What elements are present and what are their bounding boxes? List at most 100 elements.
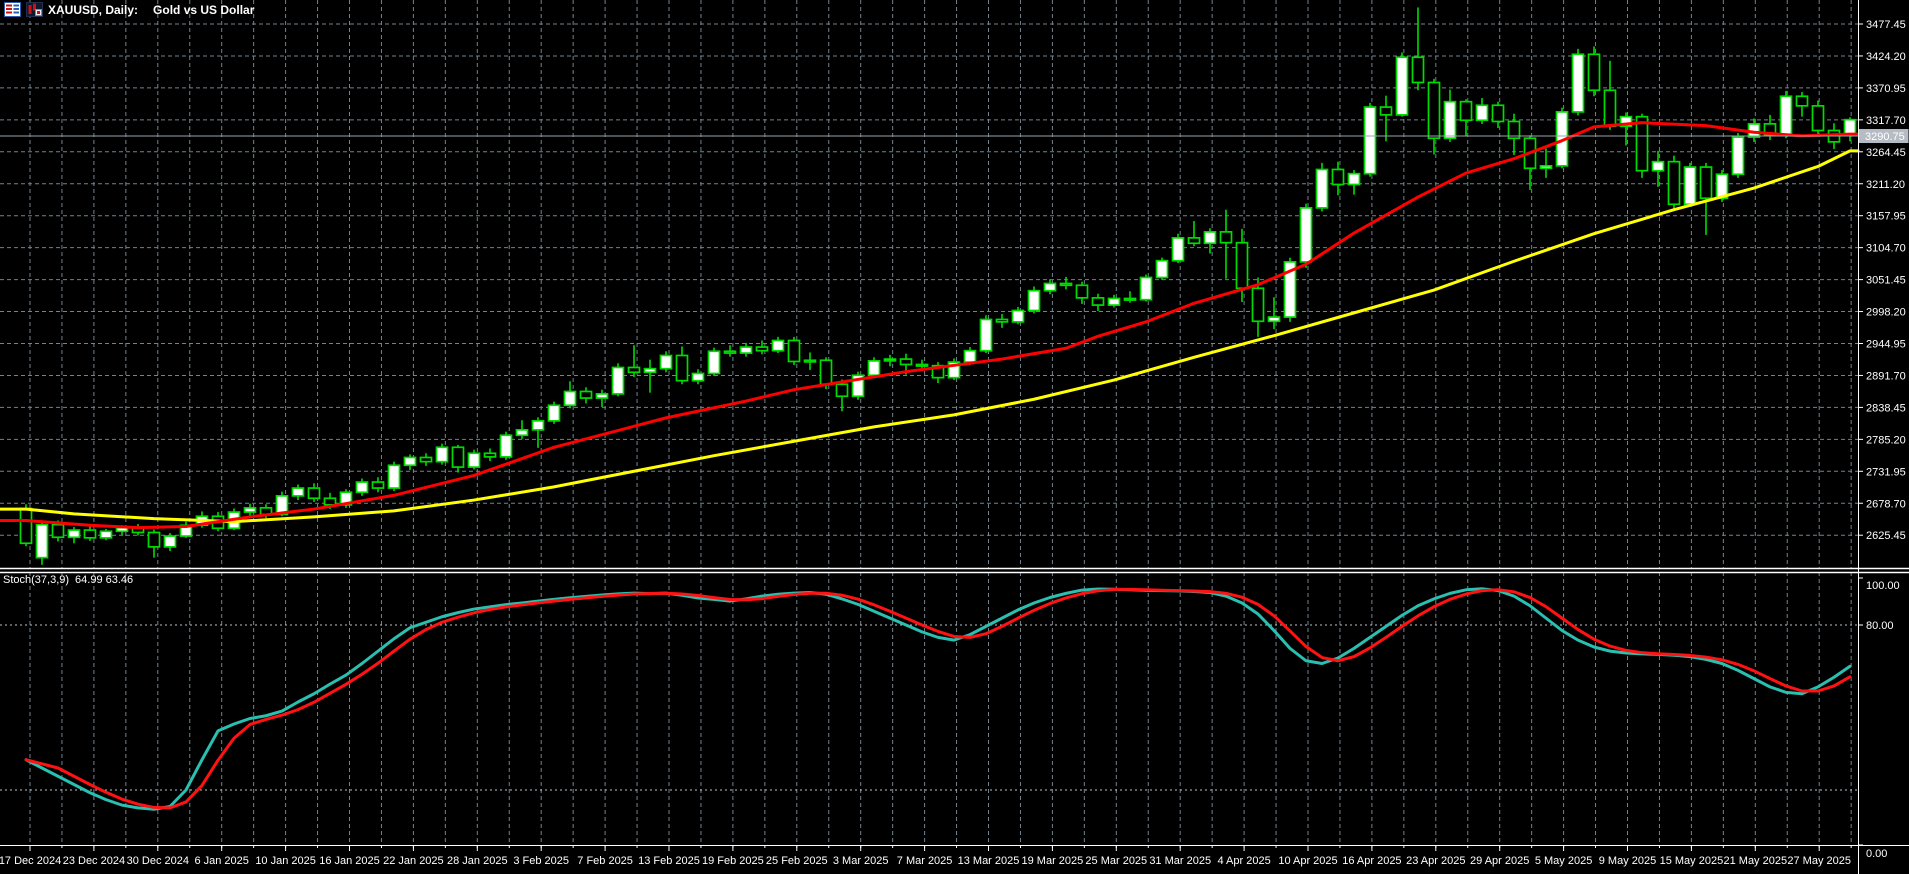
bull-candle [645,369,656,373]
chart-title-bar: XAUUSD, Daily: Gold vs US Dollar [4,2,254,17]
stoch-tick-label: 0.00 [1866,848,1887,860]
date-tick-label: 15 May 2025 [1660,855,1724,867]
stoch-tick-label: 100.00 [1866,580,1900,592]
bull-candle [565,391,576,405]
grid [0,0,1858,845]
date-tick-label: 21 May 2025 [1723,855,1787,867]
date-tick-label: 10 Apr 2025 [1278,855,1337,867]
bull-candle [501,435,512,457]
bear-candle [997,319,1008,321]
date-tick-label: 9 May 2025 [1599,855,1656,867]
bull-candle [1157,261,1168,278]
bull-candle [1365,107,1376,174]
price-tick-label: 2998.20 [1866,307,1906,319]
date-tick-label: 23 Dec 2024 [63,855,125,867]
bear-candle [149,532,160,546]
price-tick-label: 2838.45 [1866,402,1906,414]
bear-candle [1221,232,1232,243]
bull-candle [1541,166,1552,168]
date-tick-label: 27 May 2025 [1787,855,1851,867]
bear-candle [837,384,848,396]
date-tick-label: 7 Feb 2025 [577,855,633,867]
mt4-chart-window: { "header": { "symbol_title": "XAUUSD, D… [0,0,1909,874]
price-tick-label: 2891.70 [1866,370,1906,382]
bull-candle [1109,298,1120,305]
date-tick-label: 16 Apr 2025 [1342,855,1401,867]
date-tick-label: 23 Apr 2025 [1406,855,1465,867]
bear-candle [485,453,496,457]
date-tick-label: 4 Apr 2025 [1217,855,1270,867]
bull-candle [597,394,608,398]
bear-candle [581,391,592,398]
bull-candle [1205,232,1216,243]
bear-candle [373,482,384,488]
price-tick-label: 2785.20 [1866,434,1906,446]
bull-candle [885,359,896,361]
bear-candle [1077,285,1088,298]
price-tick-label: 3370.95 [1866,83,1906,95]
bull-candle [245,508,256,512]
bull-candle [1269,317,1280,321]
bull-candle [661,355,672,368]
price-tick-label: 3104.70 [1866,243,1906,255]
chart-canvas[interactable]: 3290.753477.453424.203370.953317.703264.… [0,0,1909,874]
bull-candle [869,361,880,375]
bear-candle [309,488,320,498]
bear-candle [1253,288,1264,321]
date-tick-label: 25 Mar 2025 [1085,855,1147,867]
bear-candle [1461,102,1472,121]
bull-candle [741,347,752,353]
date-tick-label: 29 Apr 2025 [1470,855,1529,867]
bull-candle [1029,291,1040,311]
date-tick-label: 25 Feb 2025 [766,855,828,867]
bear-candle [1125,298,1136,300]
bear-candle [901,359,912,364]
bull-candle [533,421,544,430]
date-tick-label: 17 Dec 2024 [0,855,61,867]
price-tick-label: 3424.20 [1866,51,1906,63]
bull-candle [1397,57,1408,115]
bear-candle [1493,105,1504,121]
bear-candle [1813,106,1824,131]
bull-candle [1477,105,1488,120]
bull-candle [165,536,176,547]
stoch-tick-label: 80.00 [1866,620,1894,632]
bull-candle [1685,167,1696,204]
date-tick-label: 16 Jan 2025 [319,855,380,867]
bull-candle [101,531,112,538]
price-tick-label: 3317.70 [1866,115,1906,127]
bear-candle [1381,107,1392,115]
bull-candle [1733,137,1744,174]
price-tick-label: 3051.45 [1866,275,1906,287]
bear-candle [53,525,64,538]
date-tick-label: 28 Jan 2025 [447,855,508,867]
ma-slow-yellow-line [0,151,1858,522]
candles [21,7,1856,564]
chart-type-icon [26,2,43,17]
date-tick-label: 22 Jan 2025 [383,855,444,867]
bull-candle [389,465,400,488]
bull-candle [69,530,80,537]
time-axis[interactable]: 17 Dec 202423 Dec 202430 Dec 20246 Jan 2… [0,845,1851,867]
bid-price-value: 3290.75 [1865,131,1905,143]
bear-candle [1701,167,1712,198]
bear-candle [1637,117,1648,171]
date-tick-label: 3 Feb 2025 [513,855,569,867]
date-tick-label: 3 Mar 2025 [833,855,889,867]
stoch-axis[interactable]: 100.00 80.00 0.00 [1858,578,1900,860]
date-tick-label: 19 Mar 2025 [1022,855,1084,867]
price-axis[interactable]: 3477.453424.203370.953317.703264.453211.… [1858,19,1906,542]
price-tick-label: 2944.95 [1866,339,1906,351]
bear-candle [821,360,832,384]
bear-candle [1093,298,1104,305]
bull-candle [293,488,304,496]
bull-candle [1045,283,1056,290]
symbol-description: Gold vs US Dollar [153,3,254,17]
date-tick-label: 10 Jan 2025 [255,855,316,867]
bull-candle [437,447,448,461]
bear-candle [1189,238,1200,243]
bull-candle [1141,277,1152,299]
price-tick-label: 3477.45 [1866,19,1906,31]
date-tick-label: 19 Feb 2025 [702,855,764,867]
bear-candle [325,498,336,505]
